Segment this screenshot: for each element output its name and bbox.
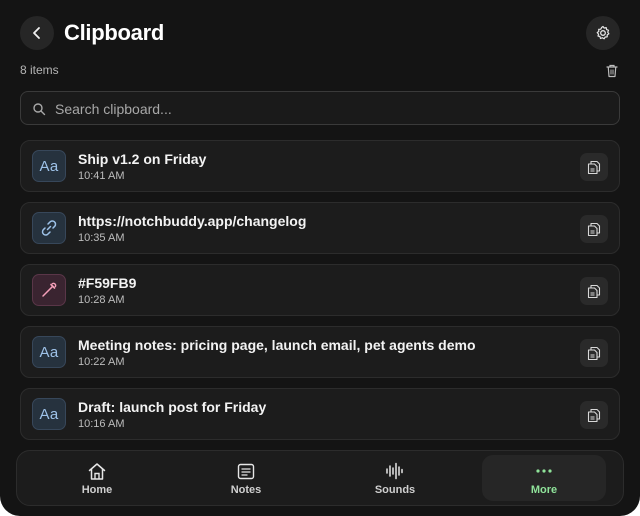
tab-home[interactable]: Home <box>35 455 159 501</box>
chevron-left-icon <box>33 27 40 39</box>
clear-all-button[interactable] <box>604 62 620 80</box>
clipboard-item[interactable]: Aa Draft: launch post for Friday 10:16 A… <box>20 388 620 440</box>
clipboard-item-time: 10:41 AM <box>78 170 125 182</box>
clipboard-item-text: https://notchbuddy.app/changelog <box>78 213 307 229</box>
clipboard-item-text: Ship v1.2 on Friday <box>78 151 207 167</box>
clipboard-item-time: 10:16 AM <box>78 418 125 430</box>
copy-icon <box>587 284 601 298</box>
clipboard-item-text: #F59FB9 <box>78 275 137 291</box>
tab-label: Home <box>81 484 113 496</box>
copy-icon <box>587 160 601 174</box>
clipboard-item[interactable]: Aa Ship v1.2 on Friday 10:41 AM <box>20 140 620 192</box>
header: Clipboard <box>20 16 620 50</box>
text-type-icon: Aa <box>32 398 66 430</box>
clipboard-item-text: Meeting notes: pricing page, launch emai… <box>78 337 476 353</box>
copy-button[interactable] <box>580 215 608 243</box>
tab-label: More <box>530 484 558 496</box>
waveform-icon <box>385 461 405 481</box>
clipboard-item-text: Draft: launch post for Friday <box>78 399 267 415</box>
copy-button[interactable] <box>580 401 608 429</box>
copy-icon <box>587 346 601 360</box>
tab-label: Sounds <box>374 484 416 496</box>
clipboard-item[interactable]: https://notchbuddy.app/changelog 10:35 A… <box>20 202 620 254</box>
text-type-icon: Aa <box>32 150 66 182</box>
search-icon <box>33 103 46 116</box>
copy-button[interactable] <box>580 277 608 305</box>
link-icon <box>32 212 66 244</box>
tab-bar: Home Notes Sounds More <box>16 450 624 506</box>
clipboard-item-time: 10:22 AM <box>78 356 125 368</box>
page-title: Clipboard <box>64 20 164 45</box>
clipboard-item-time: 10:35 AM <box>78 232 125 244</box>
copy-button[interactable] <box>580 153 608 181</box>
tab-sounds[interactable]: Sounds <box>333 455 457 501</box>
item-count: 8 items <box>20 63 59 77</box>
copy-button[interactable] <box>580 339 608 367</box>
clipboard-item[interactable]: Aa Meeting notes: pricing page, launch e… <box>20 326 620 378</box>
clipboard-panel: Clipboard 8 items Aa Ship <box>0 0 640 516</box>
gear-icon <box>596 25 610 40</box>
search-bar <box>20 91 620 126</box>
summary-row: 8 items <box>20 62 620 80</box>
settings-button[interactable] <box>586 16 620 50</box>
search-input[interactable] <box>53 92 611 126</box>
clipboard-item-time: 10:28 AM <box>78 294 125 306</box>
tab-label: Notes <box>230 484 262 496</box>
tab-more[interactable]: More <box>482 455 606 501</box>
tab-notes[interactable]: Notes <box>184 455 308 501</box>
copy-icon <box>587 408 601 422</box>
copy-icon <box>587 222 601 236</box>
home-icon <box>87 461 107 481</box>
clipboard-item[interactable]: #F59FB9 10:28 AM <box>20 264 620 316</box>
back-button[interactable] <box>20 16 54 50</box>
more-icon <box>535 461 553 481</box>
eyedropper-icon <box>32 274 66 306</box>
trash-icon <box>606 64 618 78</box>
notes-icon <box>237 461 255 481</box>
text-type-icon: Aa <box>32 336 66 368</box>
